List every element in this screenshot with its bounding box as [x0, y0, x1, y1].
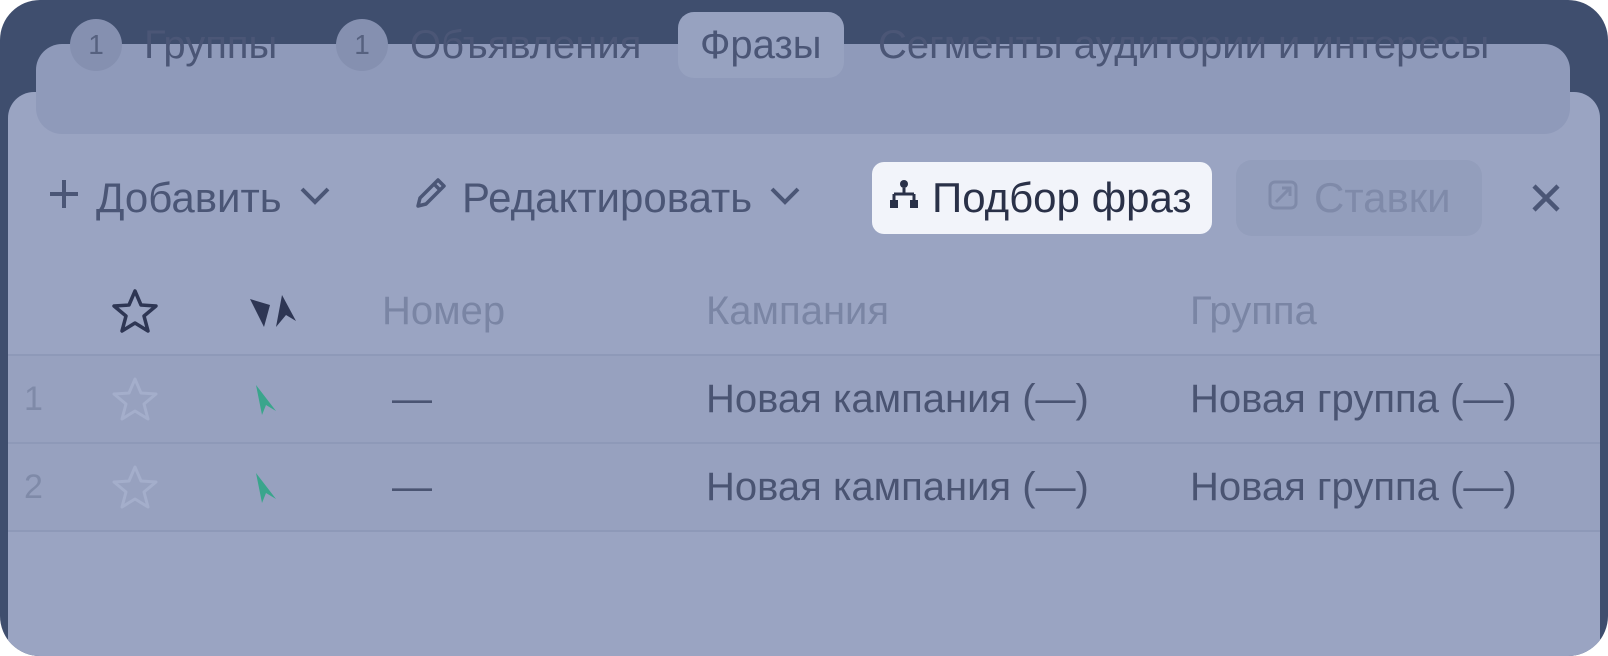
window-frame: 1 Группы 1 Объявления Фразы Сегменты ауд… [0, 0, 1608, 656]
plus-icon [46, 174, 82, 222]
tab-phrases-label: Фразы [700, 22, 822, 67]
tab-audience-segments-label: Сегменты аудитории и интересы [878, 22, 1490, 67]
edit-button-label: Редактировать [462, 174, 753, 221]
chevron-down-icon [298, 174, 332, 222]
table-row[interactable]: 2 — Новая кампания (—) Новая группа (—) [8, 444, 1600, 532]
star-icon[interactable] [110, 356, 160, 442]
add-button[interactable]: Добавить [46, 162, 332, 234]
phrase-selection-button[interactable]: Подбор фраз [872, 162, 1212, 234]
bids-button-label: Ставки [1314, 174, 1451, 221]
bids-icon [1266, 174, 1300, 222]
row-group[interactable]: Новая группа (—) [1190, 356, 1517, 442]
column-header-number[interactable]: Номер [382, 268, 505, 354]
add-button-label: Добавить [96, 174, 282, 221]
tab-ads-label: Объявления [410, 22, 642, 67]
edit-button[interactable]: Редактировать [412, 162, 802, 234]
tab-groups-label: Группы [144, 22, 278, 67]
row-number: — [392, 376, 432, 421]
row-campaign[interactable]: Новая кампания (—) [706, 444, 1089, 530]
table-row[interactable]: 1 — Новая кампания (—) Новая группа (—) [8, 356, 1600, 444]
column-header-group[interactable]: Группа [1190, 268, 1317, 354]
tab-groups-count: 1 [70, 19, 122, 71]
tab-ads[interactable]: 1 Объявления [336, 12, 641, 78]
table-header: Номер Кампания Группа [8, 268, 1600, 356]
tab-audience-segments[interactable]: Сегменты аудитории и интересы [878, 12, 1489, 78]
column-header-campaign[interactable]: Кампания [706, 268, 889, 354]
status-active-icon [252, 356, 282, 442]
bids-button[interactable]: Ставки [1236, 160, 1482, 236]
close-icon[interactable] [1526, 178, 1566, 218]
row-group[interactable]: Новая группа (—) [1190, 444, 1517, 530]
row-index: 1 [24, 379, 43, 418]
favorite-column-icon[interactable] [110, 268, 160, 354]
pencil-icon [412, 174, 450, 222]
row-index: 2 [24, 467, 43, 506]
tab-phrases[interactable]: Фразы [678, 12, 844, 78]
star-icon[interactable] [110, 444, 160, 530]
phrase-selection-label: Подбор фраз [932, 174, 1192, 221]
tab-groups[interactable]: 1 Группы [70, 12, 277, 78]
row-number: — [392, 464, 432, 509]
row-campaign[interactable]: Новая кампания (—) [706, 356, 1089, 442]
hierarchy-icon [886, 174, 922, 222]
tab-ads-count: 1 [336, 19, 388, 71]
status-column-icon[interactable] [246, 268, 302, 354]
status-active-icon [252, 444, 282, 530]
chevron-down-icon [768, 174, 802, 222]
